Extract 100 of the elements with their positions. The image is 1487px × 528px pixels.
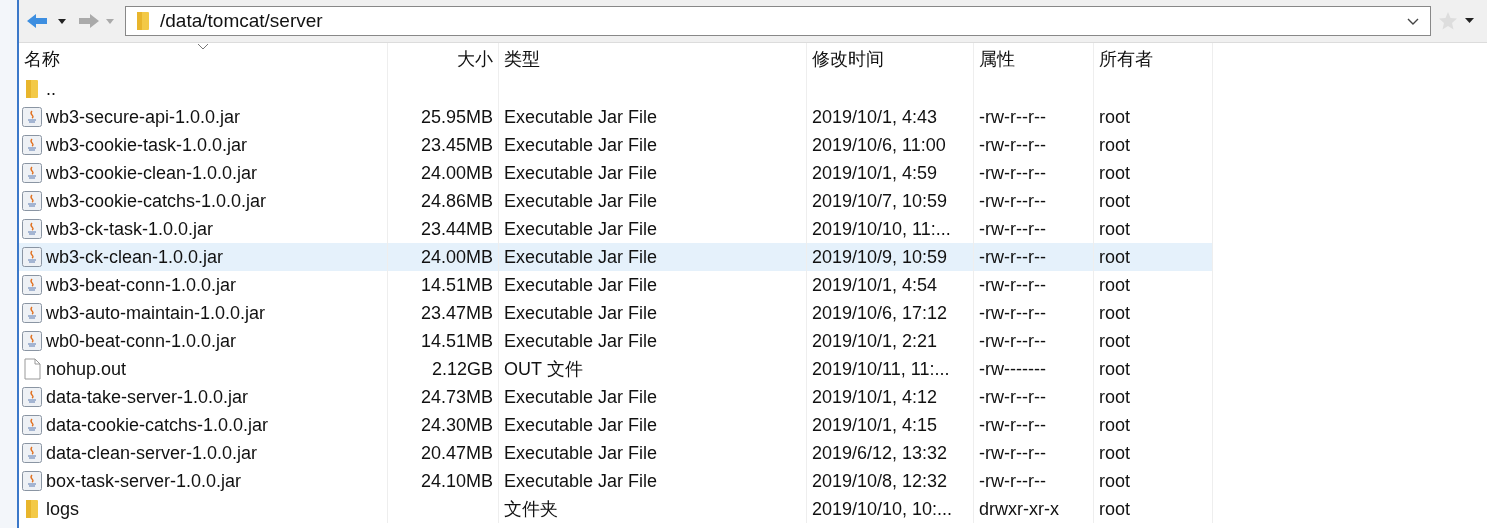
file-type: 文件夹 — [504, 498, 558, 521]
file-permissions: -rw------- — [979, 358, 1046, 380]
file-owner: root — [1099, 302, 1131, 324]
file-permissions: -rw-r--r-- — [979, 218, 1046, 240]
sort-icon — [197, 43, 209, 50]
file-size: 14.51MB — [420, 330, 493, 352]
dropdown-icon[interactable] — [1406, 16, 1420, 26]
file-name: wb3-cookie-clean-1.0.0.jar — [46, 162, 258, 184]
file-size: 25.95MB — [420, 106, 493, 128]
file-row[interactable]: wb3-ck-clean-1.0.0.jar 24.00MB Executable Jar File 2019/10/9, 10:59 -rw-r--r-- root — [19, 243, 1213, 271]
file-permissions: -rw-r--r-- — [979, 134, 1046, 156]
java-file-icon — [22, 415, 42, 435]
file-type: Executable Jar File — [504, 106, 658, 128]
file-permissions: drwxr-xr-x — [979, 498, 1059, 520]
java-file-icon — [22, 107, 42, 127]
file-type: Executable Jar File — [504, 246, 658, 268]
folder-icon — [136, 11, 150, 31]
file-name: wb3-cookie-task-1.0.0.jar — [46, 134, 248, 156]
file-name: data-cookie-catchs-1.0.0.jar — [46, 414, 269, 436]
file-row[interactable]: wb0-beat-conn-1.0.0.jar 14.51MB Executable Jar File 2019/10/1, 2:21 -rw-r--r-- root — [19, 327, 1213, 355]
file-row[interactable]: wb3-auto-maintain-1.0.0.jar 23.47MB Executable Jar File 2019/10/6, 17:12 -rw-r--r-- root — [19, 299, 1213, 327]
file-modified: 2019/10/7, 10:59 — [812, 190, 948, 212]
file-size: 14.51MB — [420, 274, 493, 296]
java-file-icon — [22, 387, 42, 407]
file-permissions: -rw-r--r-- — [979, 470, 1046, 492]
file-owner: root — [1099, 218, 1131, 240]
file-row[interactable]: data-cookie-catchs-1.0.0.jar 24.30MB Executable Jar File 2019/10/1, 4:15 -rw-r--r-- root — [19, 411, 1213, 439]
file-name: wb3-ck-task-1.0.0.jar — [46, 218, 214, 240]
file-modified: 2019/10/10, 11:... — [812, 218, 951, 240]
file-modified: 2019/10/1, 4:43 — [812, 106, 938, 128]
file-row[interactable]: logs 文件夹 2019/10/10, 10:... drwxr-xr-x root — [19, 495, 1213, 523]
file-name: wb3-beat-conn-1.0.0.jar — [46, 274, 237, 296]
file-size: 23.44MB — [420, 218, 493, 240]
file-row[interactable]: data-take-server-1.0.0.jar 24.73MB Executable Jar File 2019/10/1, 4:12 -rw-r--r-- root — [19, 383, 1213, 411]
file-size: 2.12GB — [431, 358, 493, 380]
column-header[interactable]: 名称 — [19, 43, 388, 75]
column-header[interactable]: 属性 — [974, 43, 1094, 75]
file-owner: root — [1099, 134, 1131, 156]
java-file-icon — [22, 191, 42, 211]
file-permissions: -rw-r--r-- — [979, 442, 1046, 464]
column-header[interactable]: 类型 — [499, 43, 807, 75]
file-type: Executable Jar File — [504, 162, 658, 184]
file-name: nohup.out — [46, 358, 127, 380]
file-row[interactable]: wb3-beat-conn-1.0.0.jar 14.51MB Executable Jar File 2019/10/1, 4:54 -rw-r--r-- root — [19, 271, 1213, 299]
file-owner: root — [1099, 330, 1131, 352]
file-modified: 2019/10/1, 4:15 — [812, 414, 938, 436]
file-permissions: -rw-r--r-- — [979, 330, 1046, 352]
file-row[interactable]: wb3-cookie-clean-1.0.0.jar 24.00MB Executable Jar File 2019/10/1, 4:59 -rw-r--r-- root — [19, 159, 1213, 187]
file-size: 24.73MB — [420, 386, 493, 408]
file-owner: root — [1099, 190, 1131, 212]
file-owner: root — [1099, 442, 1131, 464]
file-owner: root — [1099, 358, 1131, 380]
file-type: Executable Jar File — [504, 414, 658, 436]
address-field[interactable]: /data/tomcat/server — [125, 6, 1431, 36]
file-size: 23.45MB — [420, 134, 493, 156]
java-file-icon — [22, 443, 42, 463]
column-header[interactable]: 大小 — [388, 43, 499, 75]
file-name: data-take-server-1.0.0.jar — [46, 386, 249, 408]
java-file-icon — [22, 247, 42, 267]
file-type: Executable Jar File — [504, 386, 658, 408]
file-owner: root — [1099, 386, 1131, 408]
file-size: 23.47MB — [420, 302, 493, 324]
file-name: wb3-auto-maintain-1.0.0.jar — [46, 302, 266, 324]
file-modified: 2019/6/12, 13:32 — [812, 442, 948, 464]
java-file-icon — [22, 163, 42, 183]
file-row[interactable]: wb3-cookie-catchs-1.0.0.jar 24.86MB Executable Jar File 2019/10/7, 10:59 -rw-r--r-- root — [19, 187, 1213, 215]
file-row[interactable]: box-task-server-1.0.0.jar 24.10MB Executable Jar File 2019/10/8, 12:32 -rw-r--r-- root — [19, 467, 1213, 495]
file-type: OUT 文件 — [504, 358, 583, 381]
file-type: Executable Jar File — [504, 330, 658, 352]
file-permissions: -rw-r--r-- — [979, 302, 1046, 324]
file-owner: root — [1099, 498, 1131, 520]
file-type: Executable Jar File — [504, 302, 658, 324]
java-file-icon — [22, 219, 42, 239]
file-owner: root — [1099, 162, 1131, 184]
java-file-icon — [22, 471, 42, 491]
column-header[interactable]: 所有者 — [1094, 43, 1213, 75]
file-type: Executable Jar File — [504, 218, 658, 240]
java-file-icon — [22, 331, 42, 351]
file-modified: 2019/10/8, 12:32 — [812, 470, 948, 492]
back-button[interactable] — [25, 11, 69, 31]
file-size: 24.00MB — [420, 162, 493, 184]
java-file-icon — [22, 135, 42, 155]
file-row[interactable]: wb3-secure-api-1.0.0.jar 25.95MB Executable Jar File 2019/10/1, 4:43 -rw-r--r-- root — [19, 103, 1213, 131]
file-name: .. — [46, 78, 56, 100]
file-modified: 2019/10/6, 17:12 — [812, 302, 948, 324]
file-modified: 2019/10/1, 4:12 — [812, 386, 938, 408]
java-file-icon — [22, 275, 42, 295]
file-name: data-clean-server-1.0.0.jar — [46, 442, 258, 464]
file-modified: 2019/10/6, 11:00 — [812, 134, 946, 156]
file-modified: 2019/10/11, 11:... — [812, 358, 950, 380]
file-row[interactable]: data-clean-server-1.0.0.jar 20.47MB Executable Jar File 2019/6/12, 13:32 -rw-r--r-- root — [19, 439, 1213, 467]
file-name: box-task-server-1.0.0.jar — [46, 470, 242, 492]
file-row[interactable]: .. — [19, 75, 1213, 103]
file-row[interactable]: wb3-cookie-task-1.0.0.jar 23.45MB Executable Jar File 2019/10/6, 11:00 -rw-r--r-- root — [19, 131, 1213, 159]
file-row[interactable]: nohup.out 2.12GB OUT 文件 2019/10/11, 11:... -rw------- root — [19, 355, 1213, 383]
file-modified: 2019/10/9, 10:59 — [812, 246, 948, 268]
file-size: 24.00MB — [420, 246, 493, 268]
file-owner: root — [1099, 246, 1131, 268]
column-header[interactable]: 修改时间 — [807, 43, 974, 75]
file-name: wb0-beat-conn-1.0.0.jar — [46, 330, 237, 352]
